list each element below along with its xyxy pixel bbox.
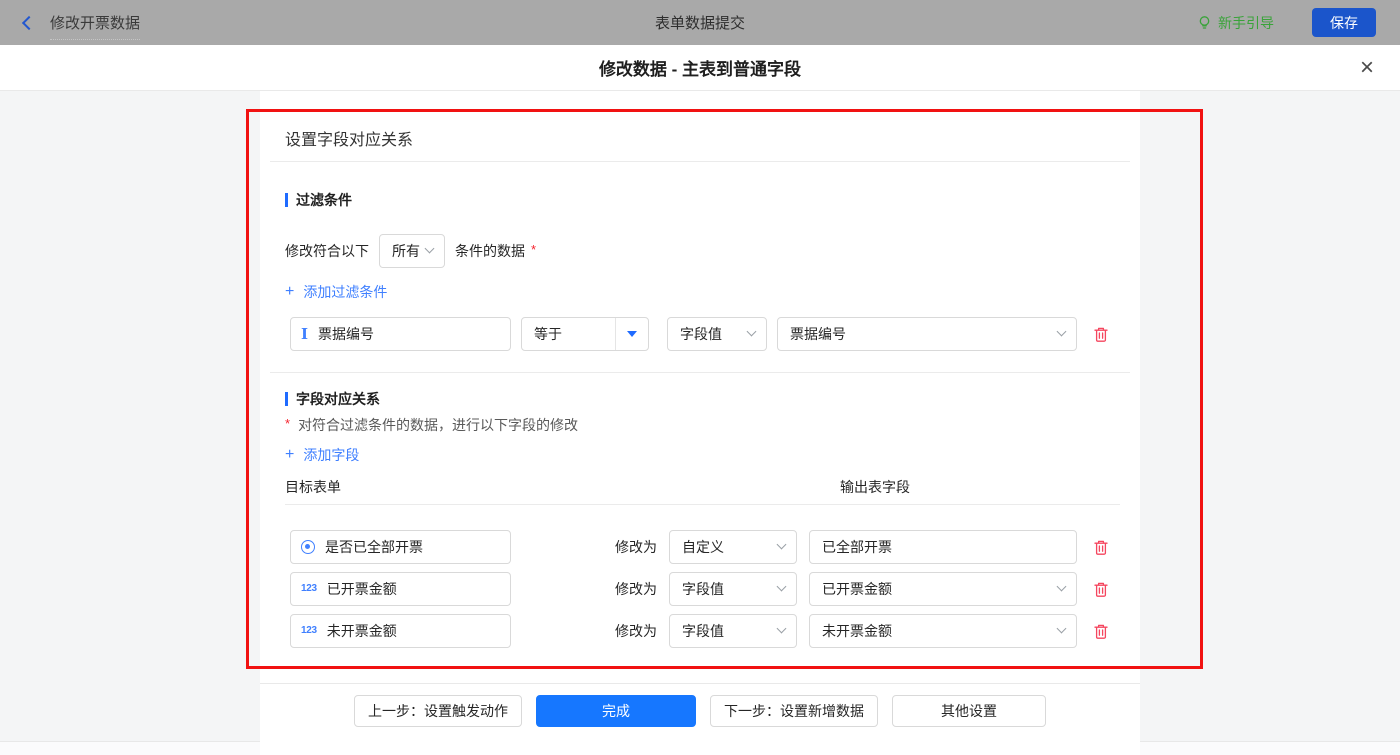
mapping-row: 是否已全部开票 修改为 自定义 已全部开票 — [290, 530, 1110, 564]
divider — [270, 372, 1130, 373]
trash-icon — [1093, 623, 1109, 640]
output-field-column-header: 输出表字段 — [840, 477, 910, 497]
delete-row-button[interactable] — [1092, 579, 1110, 599]
value-type-select[interactable]: 字段值 — [667, 317, 767, 351]
number-field-icon: 123 — [301, 626, 317, 636]
filter-field-select[interactable]: I 票据编号 — [290, 317, 511, 351]
text-field-icon: I — [301, 327, 308, 342]
delete-filter-button[interactable] — [1092, 324, 1110, 344]
operator-dropdown-button[interactable] — [615, 318, 648, 350]
dialog-body: 设置字段对应关系 过滤条件 修改符合以下 所有 条件的数据 * + 添加过滤条件 — [0, 91, 1400, 755]
mapping-note: * 对符合过滤条件的数据，进行以下字段的修改 — [285, 415, 578, 435]
settings-panel: 设置字段对应关系 过滤条件 修改符合以下 所有 条件的数据 * + 添加过滤条件 — [260, 91, 1140, 683]
chevron-down-icon — [777, 582, 787, 592]
modify-to-label: 修改为 — [615, 537, 657, 557]
dialog-footer: 上一步：设置触发动作 完成 下一步：设置新增数据 其他设置 — [260, 683, 1140, 755]
mapping-column-headers: 目标表单 输出表字段 — [285, 477, 1120, 495]
section-bar — [285, 392, 288, 406]
trash-icon — [1093, 581, 1109, 598]
guide-label: 新手引导 — [1218, 13, 1274, 33]
radio-field-icon — [301, 540, 315, 554]
chevron-down-icon — [1057, 582, 1067, 592]
done-button[interactable]: 完成 — [536, 695, 696, 727]
section-bar — [285, 193, 288, 207]
delete-row-button[interactable] — [1092, 621, 1110, 641]
custom-value-input[interactable]: 已全部开票 — [809, 530, 1077, 564]
chevron-down-icon — [747, 327, 757, 337]
chevron-down-icon — [1057, 327, 1067, 337]
lightbulb-icon — [1197, 15, 1212, 31]
modify-to-label: 修改为 — [615, 621, 657, 641]
plus-icon: + — [285, 447, 294, 463]
chevron-left-icon — [22, 15, 36, 29]
other-settings-button[interactable]: 其他设置 — [892, 695, 1046, 727]
target-form-column-header: 目标表单 — [285, 479, 341, 495]
match-prefix-label: 修改符合以下 — [285, 241, 369, 261]
number-field-icon: 123 — [301, 584, 317, 594]
dialog-title: 修改数据 - 主表到普通字段 — [0, 45, 1400, 90]
chevron-down-icon — [777, 624, 787, 634]
close-icon[interactable]: × — [1360, 45, 1374, 90]
filter-field-label: 票据编号 — [318, 324, 374, 344]
trash-icon — [1093, 326, 1109, 343]
chevron-down-icon — [1057, 624, 1067, 634]
target-field-select[interactable]: 123 已开票金额 — [290, 572, 511, 606]
back-label[interactable]: 修改开票数据 — [50, 12, 140, 40]
chevron-down-icon — [425, 244, 435, 254]
trash-icon — [1093, 539, 1109, 556]
prev-step-button[interactable]: 上一步：设置触发动作 — [354, 695, 522, 727]
next-step-button[interactable]: 下一步：设置新增数据 — [710, 695, 878, 727]
mapping-row: 123 未开票金额 修改为 字段值 未开票金额 — [290, 614, 1110, 648]
output-field-select[interactable]: 未开票金额 — [809, 614, 1077, 648]
required-mark: * — [531, 242, 536, 257]
match-suffix-label: 条件的数据 — [455, 241, 525, 261]
beginner-guide-link[interactable]: 新手引导 — [1197, 13, 1274, 33]
add-field-link[interactable]: + 添加字段 — [285, 445, 359, 465]
top-bar: 修改开票数据 表单数据提交 新手引导 保存 — [0, 0, 1400, 45]
delete-row-button[interactable] — [1092, 537, 1110, 557]
operator-select[interactable]: 等于 — [521, 317, 649, 351]
add-filter-condition-link[interactable]: + 添加过滤条件 — [285, 282, 387, 302]
panel-title: 设置字段对应关系 — [285, 126, 413, 150]
target-field-select[interactable]: 是否已全部开票 — [290, 530, 511, 564]
page-title: 表单数据提交 — [0, 0, 1400, 45]
mapping-section-heading: 字段对应关系 — [285, 389, 380, 409]
modify-mode-select[interactable]: 自定义 — [669, 530, 797, 564]
match-type-select[interactable]: 所有 — [379, 234, 445, 268]
plus-icon: + — [285, 284, 294, 300]
mapping-row: 123 已开票金额 修改为 字段值 已开票金额 — [290, 572, 1110, 606]
match-condition-row: 修改符合以下 所有 条件的数据 * — [285, 234, 536, 268]
footer-buttons: 上一步：设置触发动作 完成 下一步：设置新增数据 其他设置 — [260, 695, 1140, 727]
back-button[interactable]: 修改开票数据 — [24, 6, 140, 40]
modify-to-label: 修改为 — [615, 579, 657, 599]
topbar-actions: 新手引导 保存 — [1197, 8, 1376, 37]
output-field-select[interactable]: 已开票金额 — [809, 572, 1077, 606]
save-button[interactable]: 保存 — [1312, 8, 1376, 37]
modify-mode-select[interactable]: 字段值 — [669, 572, 797, 606]
filter-condition-row: I 票据编号 等于 字段值 票据编号 — [290, 317, 1110, 351]
dialog-header: 修改数据 - 主表到普通字段 × — [0, 45, 1400, 91]
divider — [270, 161, 1130, 162]
filter-section-heading: 过滤条件 — [285, 190, 352, 210]
divider — [285, 504, 1120, 505]
modify-mode-select[interactable]: 字段值 — [669, 614, 797, 648]
required-mark: * — [285, 416, 290, 431]
value-field-select[interactable]: 票据编号 — [777, 317, 1077, 351]
target-field-select[interactable]: 123 未开票金额 — [290, 614, 511, 648]
screen: 修改开票数据 表单数据提交 新手引导 保存 修改数据 - 主表到普通字段 × 设… — [0, 0, 1400, 755]
triangle-down-icon — [627, 331, 637, 337]
chevron-down-icon — [777, 540, 787, 550]
